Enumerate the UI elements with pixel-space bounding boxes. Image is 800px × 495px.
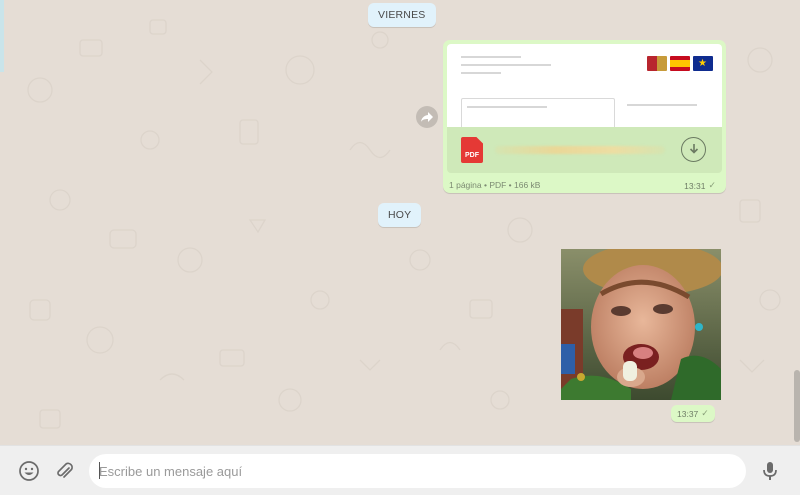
single-check-icon: ✓ xyxy=(708,180,716,190)
document-file-row[interactable]: PDF xyxy=(447,127,722,173)
message-timestamp: 13:31 ✓ xyxy=(684,180,716,191)
date-separator: HOY xyxy=(378,203,422,227)
image-message[interactable] xyxy=(561,249,721,400)
date-separator: VIERNES xyxy=(368,3,436,27)
microphone-icon[interactable] xyxy=(758,459,782,483)
message-input[interactable] xyxy=(89,454,746,488)
preview-form-box xyxy=(461,98,615,127)
document-message-bubble[interactable]: PDF 1 página • PDF • 166 kB 13:31 ✓ xyxy=(443,40,726,193)
scrollbar[interactable] xyxy=(794,370,800,442)
preview-text-line xyxy=(461,64,551,66)
single-check-icon: ✓ xyxy=(701,408,709,418)
panel-edge xyxy=(0,0,4,72)
message-composer xyxy=(0,445,800,495)
document-preview[interactable] xyxy=(447,44,722,127)
preview-text-line xyxy=(467,106,547,108)
timestamp-text: 13:31 xyxy=(684,180,706,191)
message-timestamp: 13:37 ✓ xyxy=(671,405,715,422)
preview-text-line xyxy=(627,104,697,106)
spain-flag-icon xyxy=(670,56,690,71)
pdf-icon: PDF xyxy=(461,137,483,163)
paperclip-icon[interactable] xyxy=(52,459,76,483)
castilla-leon-flag-icon xyxy=(647,56,667,71)
emoji-icon[interactable] xyxy=(17,459,41,483)
image-thumbnail xyxy=(561,249,721,400)
chat-panel[interactable]: VIERNES PDF 1 página • PDF • 166 kB xyxy=(0,0,800,445)
document-filename-redacted xyxy=(495,146,665,154)
timestamp-text: 13:37 xyxy=(677,408,699,419)
text-cursor xyxy=(99,462,100,479)
preview-text-line xyxy=(461,56,521,58)
flag-logos xyxy=(647,56,713,71)
eu-flag-icon xyxy=(693,56,713,71)
document-meta: 1 página • PDF • 166 kB xyxy=(449,180,541,190)
download-icon[interactable] xyxy=(681,137,706,162)
forward-icon[interactable] xyxy=(416,106,438,128)
preview-text-line xyxy=(461,72,501,74)
